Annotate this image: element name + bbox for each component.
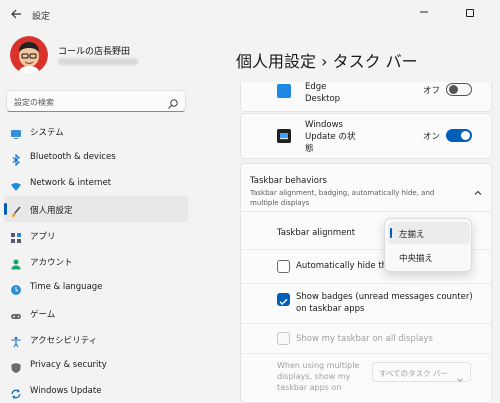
dropdown-option-label: 中央揃え bbox=[399, 254, 434, 264]
sidebar-item-brush[interactable]: 個人用設定 bbox=[4, 196, 188, 222]
sidebar-item-wifi[interactable]: Network & internet bbox=[4, 170, 188, 196]
sidebar-item-label: アクセシビリティ bbox=[30, 336, 98, 346]
section-description: Taskbar alignment, badging, automaticall… bbox=[250, 189, 435, 207]
sidebar-item-label: アカウント bbox=[30, 258, 73, 268]
sidebar-item-gamepad[interactable]: ゲーム bbox=[4, 300, 188, 326]
shield-icon bbox=[10, 359, 22, 373]
search-icon[interactable] bbox=[167, 95, 179, 109]
gamepad-icon bbox=[10, 307, 22, 319]
chevron-down-icon bbox=[456, 369, 464, 382]
user-name: コールの店長野田 bbox=[58, 47, 131, 57]
auto-hide-checkbox[interactable] bbox=[277, 260, 290, 273]
sidebar-item-apps[interactable]: アプリ bbox=[4, 222, 188, 248]
section-title: Taskbar behaviors bbox=[250, 176, 327, 186]
sidebar-item-label: Windows Update bbox=[30, 386, 102, 396]
globe-clock-icon bbox=[10, 281, 22, 295]
taskbar-behaviors-header[interactable]: Taskbar behaviors Taskbar alignment, bad… bbox=[241, 164, 491, 212]
window-title: 設定 bbox=[32, 12, 51, 22]
toggle-label: オフ bbox=[423, 86, 441, 96]
apps-icon bbox=[10, 229, 22, 243]
windows-update-icon bbox=[10, 385, 22, 399]
taskbar-alignment-dropdown: 左揃え 中央揃え bbox=[384, 218, 472, 272]
windows-update-toggle[interactable] bbox=[446, 129, 472, 142]
accessibility-icon bbox=[10, 333, 22, 348]
sidebar-item-label: システム bbox=[30, 128, 64, 138]
user-email-redacted bbox=[58, 58, 138, 65]
sidebar-item-label: 個人用設定 bbox=[30, 206, 73, 216]
multi-display-label: When using multiple displays, show my ta… bbox=[277, 361, 360, 392]
sidebar-item-label: Network & internet bbox=[30, 178, 112, 188]
chevron-up-icon[interactable] bbox=[473, 183, 483, 195]
sidebar-item-label: ゲーム bbox=[30, 310, 56, 320]
windows-update-app-icon bbox=[277, 128, 291, 143]
wifi-icon bbox=[10, 177, 22, 191]
app-name: Windows Update の状 態 bbox=[305, 120, 356, 154]
minimize-icon[interactable] bbox=[410, 2, 438, 26]
sidebar-item-label: Time & language bbox=[30, 282, 103, 292]
dropdown-option-label: 左揃え bbox=[399, 230, 425, 240]
sidebar-item-bluetooth[interactable]: Bluetooth & devices bbox=[4, 144, 188, 170]
show-badges-row: Show badges (unread messages counter) on… bbox=[241, 284, 491, 324]
sidebar-item-monitor[interactable]: システム bbox=[4, 118, 188, 144]
back-arrow-icon[interactable] bbox=[6, 6, 26, 26]
page-title: 個人用設定 › タスク バー bbox=[236, 52, 418, 71]
dropdown-option-center[interactable]: 中央揃え bbox=[388, 246, 470, 268]
taskbar-item-windows-update: Windows Update の状 態 オン bbox=[240, 113, 492, 159]
show-badges-checkbox[interactable] bbox=[277, 293, 290, 306]
toggle-label: オン bbox=[423, 132, 441, 142]
auto-hide-label: Automatically hide the bbox=[296, 261, 393, 271]
app-name: Edge Desktop bbox=[305, 82, 341, 104]
sidebar-item-accessibility[interactable]: アクセシビリティ bbox=[4, 326, 188, 352]
sidebar-item-label: Bluetooth & devices bbox=[30, 152, 116, 162]
taskbar-item-edge: Edge Desktop オフ bbox=[240, 82, 492, 112]
bluetooth-icon bbox=[10, 151, 22, 167]
sidebar-item-label: アプリ bbox=[30, 232, 56, 242]
toggle-knob bbox=[461, 131, 470, 140]
dropdown-option-left[interactable]: 左揃え bbox=[388, 222, 470, 244]
sidebar-item-windows-update[interactable]: Windows Update bbox=[4, 378, 188, 403]
show-badges-label: Show badges (unread messages counter) on… bbox=[296, 292, 473, 314]
multi-display-select[interactable]: すべてのタスク バー bbox=[372, 362, 471, 382]
sidebar-item-person[interactable]: アカウント bbox=[4, 248, 188, 274]
maximize-icon[interactable] bbox=[456, 2, 484, 26]
sidebar-nav: システム Bluetooth & devices Network & interne… bbox=[0, 118, 190, 403]
taskbar-behaviors-section: Taskbar behaviors Taskbar alignment, bad… bbox=[240, 163, 492, 403]
brush-icon bbox=[10, 203, 22, 217]
monitor-icon bbox=[10, 125, 22, 139]
person-icon bbox=[10, 255, 22, 270]
search-box[interactable]: 設定の検索 bbox=[6, 90, 186, 112]
multi-display-value: すべてのタスク バー bbox=[379, 369, 449, 378]
multi-display-row: When using multiple displays, show my ta… bbox=[241, 354, 491, 402]
search-input[interactable]: 設定の検索 bbox=[14, 97, 54, 108]
taskbar-alignment-label: Taskbar alignment bbox=[277, 228, 356, 238]
edge-toggle[interactable] bbox=[446, 83, 472, 96]
toggle-knob bbox=[449, 85, 458, 94]
edge-app-icon bbox=[277, 83, 291, 98]
all-displays-checkbox[interactable] bbox=[277, 332, 290, 345]
sidebar-item-shield[interactable]: Privacy & security bbox=[4, 352, 188, 378]
sidebar-item-globe-clock[interactable]: Time & language bbox=[4, 274, 188, 300]
title-bar: 設定 bbox=[0, 0, 500, 32]
sidebar-item-label: Privacy & security bbox=[30, 360, 107, 370]
avatar-icon bbox=[10, 36, 48, 74]
all-displays-label: Show my taskbar on all displays bbox=[296, 334, 433, 344]
all-displays-row: Show my taskbar on all displays bbox=[241, 324, 491, 354]
